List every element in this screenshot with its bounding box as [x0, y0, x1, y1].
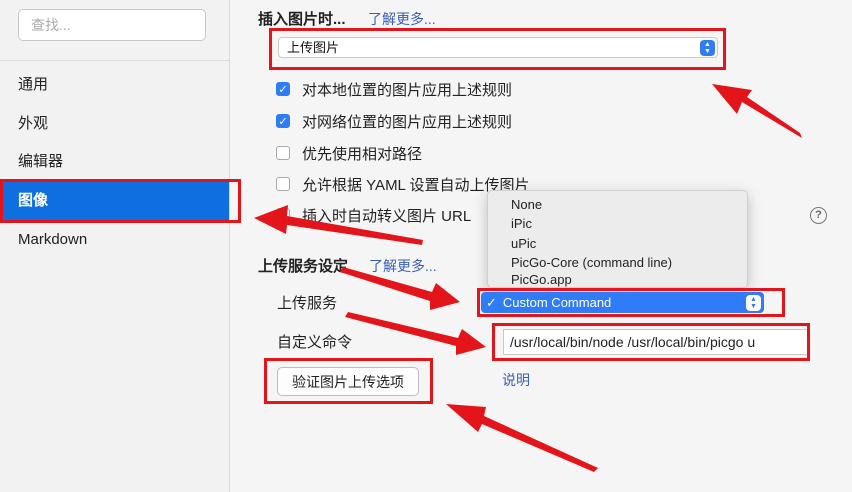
arrow-to-verify-button: [446, 404, 598, 472]
arrow-to-service-select: [340, 267, 460, 310]
arrow-to-insert-select: [712, 84, 802, 138]
arrow-to-sidebar-image: [254, 205, 423, 245]
annotation-arrows: [254, 84, 802, 472]
arrow-to-command-input: [345, 312, 486, 355]
